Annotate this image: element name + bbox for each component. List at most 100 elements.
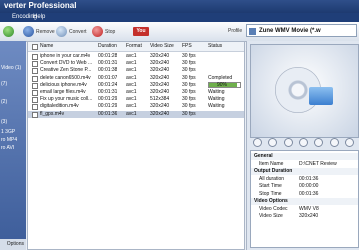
sidebar-item-avi[interactable]: ro AVI (1, 145, 14, 151)
cell-fps: 30 fps (182, 110, 196, 117)
property-value[interactable]: WMV V8 (299, 206, 319, 212)
table-row[interactable]: Convert DVD to Web ... 00:01:31 avc1 320x24… (28, 60, 244, 68)
sidebar-item-mp4[interactable]: ro MP4 (1, 137, 17, 143)
convert-button[interactable]: Convert (56, 25, 87, 38)
sidebar-item-4[interactable]: (3) (1, 119, 7, 125)
property-key: Stop Time (259, 190, 282, 197)
cell-name: delicious iphone.m4v (40, 81, 87, 88)
cell-format: avc1 (126, 60, 137, 67)
video-preview (250, 44, 359, 138)
menu-help[interactable]: Help (33, 14, 45, 20)
cell-format: avc1 (126, 89, 137, 95)
options-button[interactable]: Options (0, 239, 26, 250)
stop-playback-icon[interactable] (314, 138, 324, 147)
cell-size: 320x240 (150, 81, 170, 88)
table-row[interactable]: Creative Zen Stone P... 00:01:38 avc1 320x2… (28, 67, 244, 75)
properties-grid[interactable]: General Item Name D:\CNET Review Output Dur… (250, 150, 359, 248)
property-group[interactable]: Output Duration (251, 168, 358, 175)
cell-fps: 30 fps (182, 81, 196, 88)
cell-duration: 00:01:07 (98, 74, 118, 81)
cell-format: avc1 (126, 67, 137, 74)
file-list[interactable]: Name Duration Format Video Size FPS Stat… (27, 41, 245, 250)
add-button[interactable] (3, 25, 14, 38)
row-checkbox[interactable] (32, 111, 38, 118)
profile-label: Profile (228, 28, 243, 34)
property-value[interactable]: 00:01:36 (299, 176, 318, 182)
cell-name: delete canon6500.m4v (40, 74, 91, 81)
cell-status: Completed (208, 74, 233, 81)
profile-select[interactable]: Zune WMV Movie (*.w (246, 24, 357, 37)
row-checkbox[interactable] (32, 54, 38, 60)
col-fps[interactable]: FPS (182, 43, 192, 49)
table-row[interactable]: delicious iphone.m4v 00:01:24 avc1 320x240 3… (28, 81, 244, 89)
cell-fps: 30 fps (182, 53, 196, 59)
cell-duration: 00:01:24 (98, 81, 118, 88)
cell-duration: 00:01:31 (98, 89, 118, 95)
property-key: Item Name (259, 160, 284, 167)
property-value[interactable]: 320x240 (299, 213, 318, 219)
cell-format: avc1 (126, 53, 137, 59)
remove-button[interactable]: Remove (23, 25, 55, 38)
col-name[interactable]: Name (40, 43, 53, 49)
col-duration[interactable]: Duration (98, 43, 117, 49)
snapshot-icon[interactable] (253, 138, 263, 147)
table-row[interactable]: iphone in your car.m4v 00:01:28 avc1 320x24… (28, 53, 244, 60)
row-checkbox[interactable] (32, 61, 38, 68)
property-value[interactable]: 00:00:00 (299, 183, 318, 189)
table-row[interactable]: digitaledition.m4v 00:01:29 avc1 320x240 30 … (28, 103, 244, 111)
cell-fps: 30 fps (182, 103, 196, 110)
sidebar-item-3[interactable]: (2) (1, 99, 7, 105)
table-row[interactable]: email large files.m4v 00:01:31 avc1 320x240… (28, 89, 244, 96)
table-row[interactable]: fl_gps.m4v 00:01:36 avc1 320x240 30 fps (28, 110, 244, 118)
cell-size: 320x240 (150, 74, 170, 81)
table-row[interactable]: delete canon6500.m4v 00:01:07 avc1 320x240 3… (28, 75, 244, 82)
col-size[interactable]: Video Size (150, 43, 174, 49)
property-group[interactable]: Video Options (251, 198, 358, 205)
col-format[interactable]: Format (126, 43, 142, 49)
cell-duration: 00:01:31 (98, 60, 118, 67)
table-row[interactable]: Fix up your music coll... 00:01:29 avc1 512… (28, 96, 244, 104)
row-checkbox[interactable] (32, 82, 38, 89)
next-icon[interactable] (329, 138, 339, 147)
row-checkbox[interactable] (32, 75, 38, 82)
cell-duration: 00:01:28 (98, 53, 118, 59)
property-row: Start Time 00:00:00 (251, 183, 358, 190)
cell-status: Waiting (208, 103, 225, 110)
pause-icon[interactable] (298, 138, 308, 147)
cell-fps: 30 fps (182, 74, 196, 81)
row-checkbox[interactable] (32, 68, 38, 75)
play-icon[interactable] (283, 138, 293, 147)
stop-button[interactable]: Stop (92, 25, 115, 38)
sidebar-item-2[interactable]: (7) (1, 81, 7, 87)
cell-status: Waiting (208, 89, 225, 95)
progress-label: 90% (217, 81, 228, 88)
stop-label: Stop (105, 28, 116, 35)
cell-name: Convert DVD to Web ... (40, 60, 93, 67)
row-checkbox[interactable] (32, 104, 38, 111)
cell-duration: 00:01:29 (98, 103, 118, 110)
remove-icon (23, 26, 34, 37)
sidebar: Video (1) (7) (2) (3) 1 3GP ro MP4 ro AV… (0, 41, 26, 250)
volume-icon[interactable] (344, 138, 354, 147)
property-group[interactable]: General (251, 153, 358, 160)
cell-fps: 30 fps (182, 96, 196, 103)
youtube-button[interactable]: You (133, 27, 149, 36)
row-checkbox[interactable] (32, 97, 38, 104)
cell-format: avc1 (126, 96, 137, 103)
cell-duration: 00:01:29 (98, 96, 118, 103)
prev-icon[interactable] (268, 138, 278, 147)
select-all-checkbox[interactable] (32, 44, 38, 50)
row-checkbox[interactable] (32, 90, 38, 96)
sidebar-item-video[interactable]: Video (1) (1, 65, 21, 71)
window-title: verter Professional (4, 1, 77, 10)
property-key: Video Codec (259, 205, 288, 212)
col-status[interactable]: Status (208, 43, 222, 49)
stop-icon (92, 26, 103, 37)
cell-duration: 00:01:38 (98, 67, 118, 74)
property-value[interactable]: 00:01:36 (299, 191, 318, 197)
sidebar-item-3gp[interactable]: 1 3GP (1, 129, 15, 135)
property-value[interactable]: D:\CNET Review (299, 161, 337, 167)
list-header: Name Duration Format Video Size FPS Stat… (28, 42, 244, 52)
cell-name: Creative Zen Stone P... (40, 67, 92, 74)
cell-size: 320x240 (150, 103, 170, 110)
